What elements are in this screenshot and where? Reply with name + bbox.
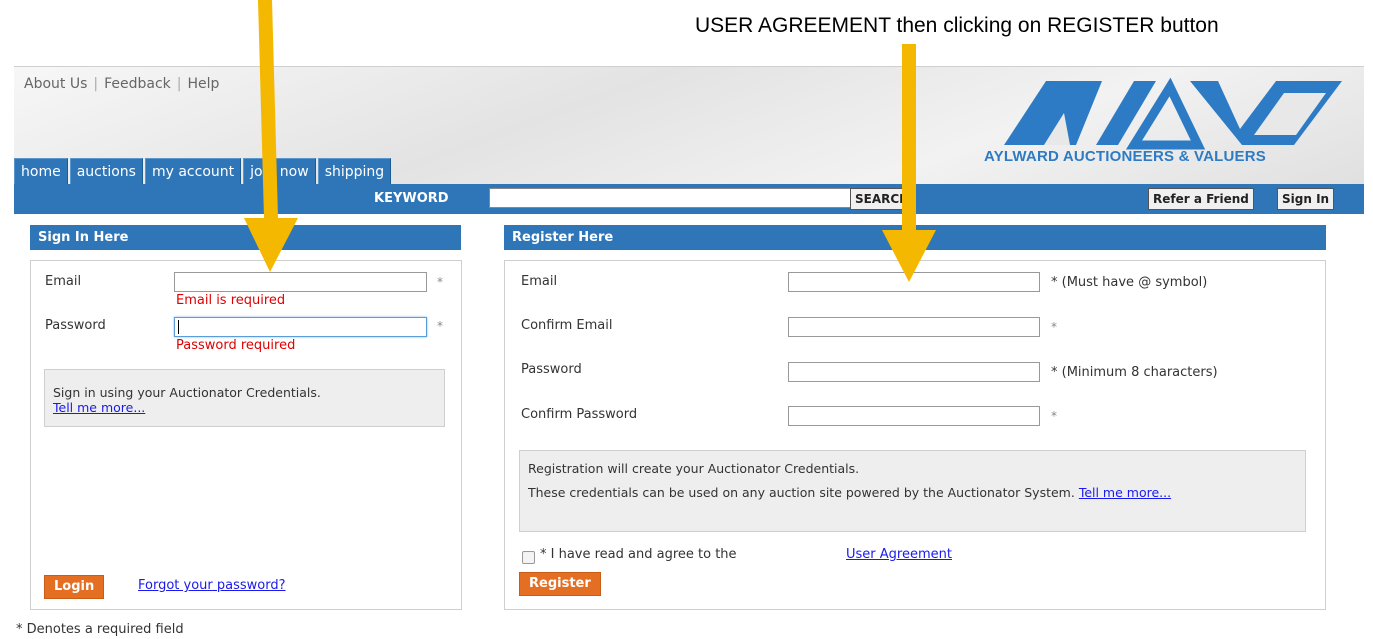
search-button[interactable]: SEARCH xyxy=(850,188,915,210)
signin-email-label: Email xyxy=(45,274,82,289)
keyword-input[interactable] xyxy=(489,188,853,208)
tab-join-now[interactable]: join now xyxy=(243,158,316,186)
user-agreement-checkbox[interactable] xyxy=(522,551,535,564)
forgot-password-link[interactable]: Forgot your password? xyxy=(138,578,286,593)
signin-info-text: Sign in using your Auctionator Credentia… xyxy=(53,385,321,400)
about-us-link[interactable]: About Us xyxy=(24,76,87,92)
register-password-label: Password xyxy=(521,362,582,377)
register-tell-me-more-link[interactable]: Tell me more... xyxy=(1079,485,1171,500)
user-agreement-link[interactable]: User Agreement xyxy=(846,547,952,562)
feedback-link[interactable]: Feedback xyxy=(104,76,171,92)
required-mark: * xyxy=(1051,409,1057,423)
agree-text: * I have read and agree to the xyxy=(540,547,737,562)
tab-home[interactable]: home xyxy=(14,158,68,186)
signin-password-label: Password xyxy=(45,318,106,333)
password-error: Password required xyxy=(176,338,296,353)
register-button[interactable]: Register xyxy=(519,572,601,596)
search-bar: KEYWORD SEARCH Refer a Friend Sign In xyxy=(14,184,1364,214)
required-field-note: * Denotes a required field xyxy=(16,622,184,637)
register-email-field[interactable] xyxy=(788,272,1040,292)
confirm-email-field[interactable] xyxy=(788,317,1040,337)
login-button[interactable]: Login xyxy=(44,575,105,599)
top-links: About Us | Feedback | Help xyxy=(24,76,220,92)
required-mark: * xyxy=(437,275,443,289)
help-link[interactable]: Help xyxy=(188,76,220,92)
register-panel: Email * (Must have @ symbol) Confirm Ema… xyxy=(504,260,1326,610)
refer-friend-button[interactable]: Refer a Friend xyxy=(1148,188,1254,210)
password-hint: * (Minimum 8 characters) xyxy=(1051,365,1218,380)
tab-shipping[interactable]: shipping xyxy=(317,158,392,186)
signin-password-field[interactable] xyxy=(174,317,427,337)
keyword-label: KEYWORD xyxy=(374,191,449,206)
signin-panel-heading: Sign In Here xyxy=(30,225,461,250)
tab-auctions[interactable]: auctions xyxy=(69,158,143,186)
tab-my-account[interactable]: my account xyxy=(144,158,242,186)
signin-panel: Email * Email is required Password * Pas… xyxy=(30,260,462,610)
site-header: About Us | Feedback | Help AYLWARD AUCTIONEE… xyxy=(14,66,1364,186)
confirm-password-field[interactable] xyxy=(788,406,1040,426)
signin-tell-me-more-link[interactable]: Tell me more... xyxy=(53,400,145,415)
register-info-line2: These credentials can be used on any auc… xyxy=(528,485,1075,500)
logo-wordmark: AYLWARD AUCTIONEERS & VALUERS xyxy=(984,148,1266,165)
register-info-box: Registration will create your Auctionato… xyxy=(519,450,1306,532)
register-panel-heading: Register Here xyxy=(504,225,1326,250)
annotation-caption: USER AGREEMENT then clicking on REGISTER… xyxy=(695,14,1219,37)
signin-email-field[interactable] xyxy=(174,272,427,292)
required-mark: * xyxy=(437,319,443,333)
auction-site-page: About Us | Feedback | Help AYLWARD AUCTIONEE… xyxy=(14,66,1364,639)
email-hint: * (Must have @ symbol) xyxy=(1051,275,1208,290)
register-info-line1: Registration will create your Auctionato… xyxy=(528,461,860,476)
nav-tabs: home auctions my account join now shippi… xyxy=(14,158,393,186)
sign-in-button[interactable]: Sign In xyxy=(1277,188,1335,210)
required-mark: * xyxy=(1051,320,1057,334)
register-email-label: Email xyxy=(521,274,558,289)
register-password-field[interactable] xyxy=(788,362,1040,382)
confirm-email-label: Confirm Email xyxy=(521,318,613,333)
email-error: Email is required xyxy=(176,293,286,308)
signin-info-box: Sign in using your Auctionator Credentia… xyxy=(44,369,445,427)
confirm-password-label: Confirm Password xyxy=(521,407,638,422)
